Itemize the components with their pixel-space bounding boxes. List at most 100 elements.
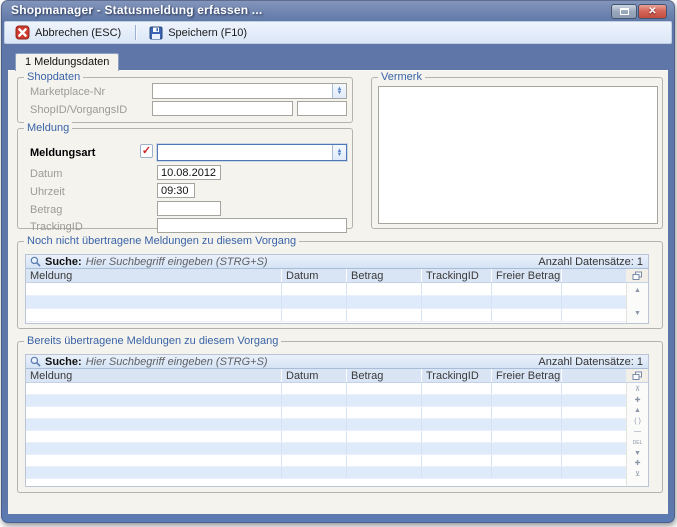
screenshot-root: Shopmanager - Statusmeldung erfassen ...… (0, 0, 677, 527)
table-row[interactable] (26, 467, 626, 479)
uhrzeit-label: Uhrzeit (30, 186, 65, 198)
meldungsart-dropdown-icon[interactable]: ▲▼ (332, 145, 346, 160)
transferred-nav-strip: ⊼ ✚ ▲ ( ) — DEL ▼ ✚ ⊻ (626, 383, 648, 486)
transferred-rows (26, 383, 626, 486)
search-icon (30, 256, 41, 267)
title-bar[interactable]: Shopmanager - Statusmeldung erfassen ...… (1, 0, 675, 21)
meldungsart-value (158, 145, 332, 160)
column-header-meldung[interactable]: Meldung (26, 269, 282, 282)
toolbar: Abbrechen (ESC) Speichern (F10) (4, 21, 672, 44)
restore-button[interactable] (611, 4, 637, 19)
trackingid-label: TrackingID (30, 221, 83, 233)
edit-row-icon[interactable]: DEL (627, 438, 648, 449)
transferred-grid: Suche: Hier Suchbegriff eingeben (STRG+S… (25, 354, 649, 487)
insert-row-icon[interactable]: ( ) (627, 417, 648, 428)
move-up-icon[interactable]: ✚ (627, 396, 648, 407)
tab-meldungsdaten[interactable]: 1 Meldungsdaten (15, 53, 119, 71)
column-header-trackingid[interactable]: TrackingID (422, 369, 492, 382)
group-vermerk: Vermerk (371, 77, 663, 229)
pending-search-bar[interactable]: Suche: Hier Suchbegriff eingeben (STRG+S… (26, 255, 648, 269)
group-transferred-messages: Bereits übertragene Meldungen zu diesem … (17, 341, 663, 493)
first-row-icon[interactable]: ⊼ (627, 385, 648, 396)
meldungsart-combobox[interactable]: ▲▼ (157, 144, 347, 161)
column-header-datum[interactable]: Datum (282, 369, 347, 382)
transferred-record-count: Anzahl Datensätze: 1 (538, 356, 643, 368)
window-title: Shopmanager - Statusmeldung erfassen ... (11, 3, 262, 17)
transferred-grid-body: ⊼ ✚ ▲ ( ) — DEL ▼ ✚ ⊻ (26, 383, 648, 486)
transferred-grid-header: Meldung Datum Betrag TrackingID Freier B… (26, 369, 648, 383)
transferred-search-bar[interactable]: Suche: Hier Suchbegriff eingeben (STRG+S… (26, 355, 648, 369)
cancel-button-label: Abbrechen (ESC) (35, 27, 121, 39)
marketplace-combobox[interactable]: ▲▼ (152, 83, 347, 99)
close-icon: ✕ (648, 7, 656, 17)
shopid-label: ShopID/VorgangsID (30, 104, 127, 116)
group-shopdaten: Shopdaten Marketplace-Nr ▲▼ ShopID/Vorga… (17, 77, 353, 123)
save-button[interactable]: Speichern (F10) (145, 24, 253, 42)
table-row[interactable] (26, 431, 626, 443)
delete-row-icon[interactable]: — (627, 427, 648, 438)
next-row-icon[interactable]: ▼ (627, 449, 648, 460)
column-header-filler (562, 369, 626, 382)
cancel-button[interactable]: Abbrechen (ESC) (11, 23, 127, 42)
table-row[interactable] (26, 395, 626, 407)
group-pending-messages: Noch nicht übertragene Meldungen zu dies… (17, 241, 663, 329)
transferred-search-placeholder[interactable]: Hier Suchbegriff eingeben (STRG+S) (86, 356, 268, 368)
pending-search-label: Suche: (45, 256, 82, 268)
scroll-up-icon[interactable]: ▲ (627, 286, 648, 297)
table-row[interactable] (26, 407, 626, 419)
meldungsart-label: Meldungsart (30, 147, 95, 159)
column-chooser-button[interactable] (626, 369, 648, 382)
group-vermerk-legend: Vermerk (378, 71, 425, 83)
column-header-freier-betrag[interactable]: Freier Betrag (492, 369, 562, 382)
pending-grid-header: Meldung Datum Betrag TrackingID Freier B… (26, 269, 648, 283)
table-row[interactable] (26, 296, 626, 309)
client-area: Shopdaten Marketplace-Nr ▲▼ ShopID/Vorga… (8, 70, 668, 514)
column-header-betrag[interactable]: Betrag (347, 269, 422, 282)
group-shopdaten-legend: Shopdaten (24, 71, 83, 83)
column-header-datum[interactable]: Datum (282, 269, 347, 282)
move-down-icon[interactable]: ✚ (627, 459, 648, 470)
column-header-freier-betrag[interactable]: Freier Betrag (492, 269, 562, 282)
transferred-search-label: Suche: (45, 356, 82, 368)
pending-rows (26, 283, 626, 323)
prev-row-icon[interactable]: ▲ (627, 406, 648, 417)
table-row[interactable] (26, 419, 626, 431)
table-row[interactable] (26, 443, 626, 455)
app-window: Shopmanager - Statusmeldung erfassen ...… (1, 0, 675, 523)
table-row[interactable] (26, 383, 626, 395)
last-row-icon[interactable]: ⊻ (627, 470, 648, 481)
close-button[interactable]: ✕ (638, 4, 667, 19)
vermerk-textarea[interactable] (378, 86, 658, 224)
restore-icon (620, 8, 629, 15)
search-icon (30, 356, 41, 367)
toolbar-separator (135, 25, 137, 40)
uhrzeit-field[interactable] (157, 183, 195, 198)
column-chooser-button[interactable] (626, 269, 648, 282)
shopid-field[interactable] (152, 101, 293, 116)
pending-grid-body: ▲ ▼ (26, 283, 648, 323)
table-row[interactable] (26, 309, 626, 322)
pending-grid: Suche: Hier Suchbegriff eingeben (STRG+S… (25, 254, 649, 324)
group-meldung: Meldung Meldungsart ✓ ▲▼ Datum Uhrzeit B… (17, 128, 353, 229)
datum-label: Datum (30, 168, 62, 180)
save-button-label: Speichern (F10) (168, 27, 247, 39)
marketplace-dropdown-icon[interactable]: ▲▼ (332, 84, 346, 98)
required-check-icon: ✓ (140, 144, 153, 158)
trackingid-field[interactable] (157, 218, 347, 233)
table-row[interactable] (26, 455, 626, 467)
cancel-x-icon (15, 25, 30, 40)
datum-field[interactable] (157, 165, 221, 180)
vorgangsid-field[interactable] (297, 101, 347, 116)
column-header-trackingid[interactable]: TrackingID (422, 269, 492, 282)
pending-record-count: Anzahl Datensätze: 1 (538, 256, 643, 268)
column-header-betrag[interactable]: Betrag (347, 369, 422, 382)
column-header-meldung[interactable]: Meldung (26, 369, 282, 382)
pending-search-placeholder[interactable]: Hier Suchbegriff eingeben (STRG+S) (86, 256, 268, 268)
scroll-down-icon[interactable]: ▼ (627, 309, 648, 320)
betrag-label: Betrag (30, 204, 62, 216)
betrag-field[interactable] (157, 201, 221, 216)
group-pending-legend: Noch nicht übertragene Meldungen zu dies… (24, 235, 299, 247)
group-transferred-legend: Bereits übertragene Meldungen zu diesem … (24, 335, 281, 347)
pending-scroll-strip: ▲ ▼ (626, 283, 648, 323)
table-row[interactable] (26, 283, 626, 296)
